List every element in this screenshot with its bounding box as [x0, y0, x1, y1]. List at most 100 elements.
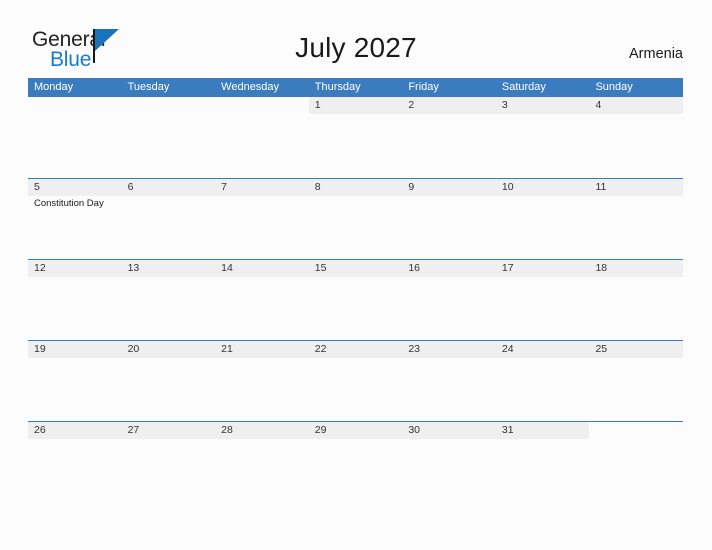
- day-number: 3: [501, 99, 508, 111]
- day-number-band: 1: [308, 97, 403, 114]
- calendar-day-cell[interactable]: 5 Constitution Day: [28, 179, 122, 259]
- calendar-day-cell[interactable]: 25: [589, 341, 684, 421]
- day-number: 23: [408, 343, 420, 355]
- day-number-band: 6: [121, 179, 216, 196]
- calendar-day-cell[interactable]: 17: [495, 260, 590, 340]
- day-number-band: 13: [121, 260, 216, 277]
- calendar-day-cell[interactable]: 13: [121, 260, 216, 340]
- day-number-band: 27: [121, 422, 216, 439]
- day-number-band: 22: [308, 341, 403, 358]
- weekday-header-row: Monday Tuesday Wednesday Thursday Friday…: [28, 78, 683, 97]
- day-number-band: 20: [121, 341, 216, 358]
- calendar-day-cell[interactable]: 4: [589, 97, 684, 178]
- calendar-day-cell[interactable]: 10: [495, 179, 590, 259]
- day-number: 14: [221, 262, 233, 274]
- day-number: 7: [221, 181, 227, 193]
- day-number-band: 2: [402, 97, 496, 114]
- day-number-band: 30: [402, 422, 496, 439]
- calendar-day-cell[interactable]: 31: [495, 422, 590, 502]
- calendar-day-cell[interactable]: 16: [402, 260, 496, 340]
- calendar-day-cell[interactable]: 2: [402, 97, 496, 178]
- calendar-page: General Blue July 2027 Armenia Monday Tu…: [0, 0, 712, 550]
- weekday-header-saturday: Saturday: [501, 81, 546, 93]
- calendar-day-cell[interactable]: 20: [121, 341, 216, 421]
- day-number-band: [215, 97, 309, 114]
- calendar-grid: Monday Tuesday Wednesday Thursday Friday…: [28, 78, 684, 502]
- page-header: General Blue July 2027 Armenia: [0, 0, 712, 78]
- day-number: 5: [34, 181, 40, 193]
- calendar-day-cell[interactable]: 7: [215, 179, 309, 259]
- day-events: Constitution Day: [34, 197, 119, 210]
- day-number: 15: [314, 262, 327, 274]
- calendar-day-cell[interactable]: 3: [495, 97, 590, 178]
- day-number: 18: [595, 262, 608, 274]
- day-number-band: [589, 422, 683, 439]
- day-number: 31: [501, 424, 514, 436]
- calendar-day-cell[interactable]: 24: [495, 341, 590, 421]
- day-number: 27: [127, 424, 140, 436]
- day-number-band: 12: [28, 260, 122, 277]
- calendar-day-cell[interactable]: 19: [28, 341, 122, 421]
- day-number-band: 5: [28, 179, 122, 196]
- day-number-band: 17: [495, 260, 590, 277]
- day-number: 16: [408, 262, 420, 274]
- day-number-band: 29: [308, 422, 403, 439]
- calendar-day-cell[interactable]: 15: [308, 260, 403, 340]
- country-label: Armenia: [629, 46, 683, 62]
- calendar-day-cell[interactable]: 26: [28, 422, 122, 502]
- day-number-band: 4: [589, 97, 684, 114]
- weekday-header-thursday: Thursday: [314, 81, 361, 93]
- calendar-week-row: 1 2 3 4: [28, 97, 684, 178]
- day-number-band: 19: [28, 341, 122, 358]
- day-number: 29: [314, 424, 327, 436]
- day-number-band: 23: [402, 341, 496, 358]
- calendar-day-cell[interactable]: 18: [589, 260, 684, 340]
- calendar-day-cell[interactable]: 11: [589, 179, 684, 259]
- calendar-day-cell[interactable]: 27: [121, 422, 216, 502]
- day-number: 13: [127, 262, 140, 274]
- day-number-band: 14: [215, 260, 309, 277]
- page-title: July 2027: [295, 32, 417, 63]
- day-number: 21: [221, 343, 233, 355]
- weekday-header-tuesday: Tuesday: [127, 81, 170, 93]
- calendar-day-cell[interactable]: 23: [402, 341, 496, 421]
- calendar-day-cell-empty: [215, 97, 309, 178]
- calendar-day-cell[interactable]: 14: [215, 260, 309, 340]
- day-number-band: 26: [28, 422, 122, 439]
- day-number: 19: [34, 343, 46, 355]
- calendar-day-cell[interactable]: 6: [121, 179, 216, 259]
- day-number: 30: [408, 424, 420, 436]
- day-number: 8: [314, 181, 321, 193]
- calendar-day-cell[interactable]: 12: [28, 260, 122, 340]
- calendar-day-cell[interactable]: 29: [308, 422, 403, 502]
- calendar-day-cell[interactable]: 28: [215, 422, 309, 502]
- calendar-week-row: 5 Constitution Day 6 7 8 9 10 11: [28, 178, 684, 259]
- day-number: 17: [501, 262, 514, 274]
- day-row: 12 13 14 15 16 17 18: [28, 260, 684, 340]
- calendar-weeks: 1 2 3 4 5 Constitution Day 6 7 8 9 10 11 12 13 14 15 16 1…: [28, 97, 684, 502]
- calendar-day-cell[interactable]: 21: [215, 341, 309, 421]
- calendar-week-row: 26 27 28 29 30 31: [28, 421, 683, 502]
- holiday-event: Constitution Day: [34, 198, 104, 209]
- day-number: 22: [314, 343, 327, 355]
- calendar-day-cell[interactable]: 1: [308, 97, 403, 178]
- calendar-day-cell[interactable]: 30: [402, 422, 496, 502]
- day-number-band: 25: [589, 341, 684, 358]
- day-number-band: 9: [402, 179, 496, 196]
- day-number: 2: [408, 99, 415, 111]
- calendar-day-cell-empty: [28, 97, 122, 178]
- calendar-day-cell[interactable]: 9: [402, 179, 496, 259]
- weekday-header-sunday: Sunday: [595, 81, 633, 93]
- day-number: 6: [127, 181, 134, 193]
- calendar-day-cell-empty: [589, 422, 683, 502]
- calendar-day-cell[interactable]: 8: [308, 179, 403, 259]
- weekday-header-wednesday: Wednesday: [221, 81, 280, 93]
- calendar-day-cell-empty: [122, 97, 216, 178]
- day-row: 5 Constitution Day 6 7 8 9 10 11: [28, 179, 684, 259]
- day-number-band: 31: [495, 422, 590, 439]
- day-row: 1 2 3 4: [28, 97, 684, 178]
- calendar-week-row: 19 20 21 22 23 24 25: [28, 340, 684, 421]
- day-row: 26 27 28 29 30 31: [28, 422, 683, 502]
- day-number: 10: [501, 181, 514, 193]
- calendar-day-cell[interactable]: 22: [308, 341, 403, 421]
